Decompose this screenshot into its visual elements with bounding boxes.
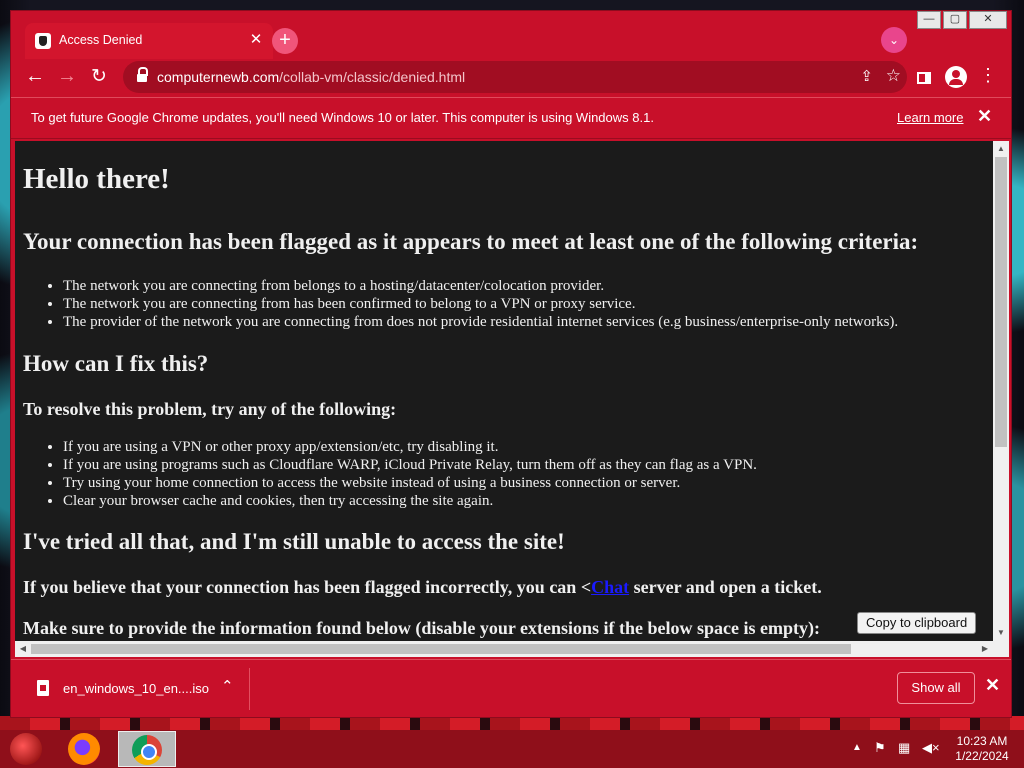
copy-to-clipboard-button[interactable]: Copy to clipboard: [857, 612, 977, 634]
page-viewport: Hello there! Your connection has been fl…: [15, 141, 1009, 657]
infobar-close-icon[interactable]: ✕: [977, 106, 992, 127]
page-title: Hello there!: [23, 163, 170, 195]
list-item: If you are using programs such as Cloudf…: [63, 456, 757, 474]
window-maximize-button[interactable]: ▢: [943, 11, 967, 29]
file-icon: [37, 680, 49, 696]
firefox-taskbar-icon[interactable]: [68, 733, 100, 765]
tab-search-button[interactable]: ⌄: [881, 27, 907, 53]
vertical-scrollbar[interactable]: ▲ ▼: [993, 141, 1009, 641]
back-button[interactable]: ←: [21, 63, 49, 91]
horizontal-scroll-thumb[interactable]: [31, 644, 851, 654]
shelf-close-icon[interactable]: ✕: [985, 675, 1000, 696]
scroll-up-arrow-icon[interactable]: ▲: [993, 141, 1009, 157]
learn-more-link[interactable]: Learn more: [897, 110, 963, 125]
criteria-list: The network you are connecting from belo…: [63, 277, 898, 331]
download-file-name[interactable]: en_windows_10_en....iso: [63, 681, 209, 696]
lock-icon[interactable]: [137, 67, 148, 83]
tab-access-denied[interactable]: Access Denied ✕: [25, 23, 273, 59]
network-icon[interactable]: ▦: [898, 740, 910, 756]
chevron-up-icon[interactable]: ⌃: [221, 677, 234, 695]
site-favicon-icon: [35, 33, 51, 49]
infobar-message: To get future Google Chrome updates, you…: [31, 110, 654, 125]
tab-close-icon[interactable]: ✕: [247, 31, 265, 49]
window-close-button[interactable]: ✕: [969, 11, 1007, 29]
vertical-scroll-thumb[interactable]: [995, 157, 1007, 447]
chrome-taskbar-button[interactable]: [118, 731, 176, 767]
clock-time: 10:23 AM: [956, 734, 1008, 748]
volume-muted-icon[interactable]: ◀×: [922, 740, 940, 756]
url-path: /collab-vm/classic/denied.html: [279, 69, 466, 85]
title-bar: Access Denied ✕ + ⌄ — ▢ ✕: [11, 11, 1011, 59]
shelf-divider: [249, 668, 250, 710]
chrome-icon: [132, 735, 162, 765]
update-infobar: To get future Google Chrome updates, you…: [11, 97, 1011, 139]
scroll-right-arrow-icon[interactable]: ▶: [977, 641, 993, 657]
side-panel-icon[interactable]: [917, 72, 931, 84]
horizontal-scrollbar[interactable]: ◀ ▶: [15, 641, 1009, 657]
chrome-menu-icon[interactable]: ⋮: [979, 65, 997, 86]
list-item: The provider of the network you are conn…: [63, 313, 898, 331]
scroll-down-arrow-icon[interactable]: ▼: [993, 625, 1009, 641]
show-all-button[interactable]: Show all: [897, 672, 975, 704]
download-shelf: en_windows_10_en....iso ⌃ Show all ✕: [11, 659, 1011, 717]
browser-window: Access Denied ✕ + ⌄ — ▢ ✕ ← → ↻ computer…: [10, 10, 1012, 718]
browser-toolbar: ← → ↻ computernewb.com/collab-vm/classic…: [11, 59, 1011, 95]
profile-avatar-icon[interactable]: [945, 66, 967, 88]
list-item: The network you are connecting from belo…: [63, 277, 898, 295]
tray-overflow-icon[interactable]: ▲: [852, 742, 862, 753]
fix-heading: How can I fix this?: [23, 351, 209, 376]
url-host: computernewb.com: [157, 69, 280, 85]
bookmark-star-icon[interactable]: ☆: [886, 66, 901, 86]
criteria-heading: Your connection has been flagged as it a…: [23, 229, 919, 254]
taskbar: ▲ ⚑ ▦ ◀× 10:23 AM 1/22/2024: [0, 730, 1024, 768]
info-paragraph: Make sure to provide the information fou…: [23, 618, 821, 638]
url-text[interactable]: computernewb.com/collab-vm/classic/denie…: [157, 69, 465, 85]
page-content: Hello there! Your connection has been fl…: [15, 141, 993, 641]
forward-button[interactable]: →: [53, 63, 81, 91]
list-item: If you are using a VPN or other proxy ap…: [63, 438, 757, 456]
share-icon[interactable]: ⇪: [860, 67, 873, 85]
resolve-list: If you are using a VPN or other proxy ap…: [63, 438, 757, 510]
reload-button[interactable]: ↻: [85, 63, 113, 91]
list-item: Clear your browser cache and cookies, th…: [63, 492, 757, 510]
ticket-text-after: server and open a ticket.: [629, 577, 822, 597]
chat-link[interactable]: Chat: [591, 577, 629, 597]
tab-title: Access Denied: [59, 33, 143, 47]
resolve-heading: To resolve this problem, try any of the …: [23, 399, 397, 419]
ticket-text-before: If you believe that your connection has …: [23, 577, 592, 597]
action-center-flag-icon[interactable]: ⚑: [874, 740, 886, 756]
new-tab-button[interactable]: +: [272, 28, 298, 54]
window-minimize-button[interactable]: —: [917, 11, 941, 29]
address-bar[interactable]: computernewb.com/collab-vm/classic/denie…: [123, 61, 907, 93]
desktop-wallpaper-strip: [0, 716, 1024, 730]
start-button[interactable]: [10, 733, 42, 765]
list-item: Try using your home connection to access…: [63, 474, 757, 492]
tried-heading: I've tried all that, and I'm still unabl…: [23, 529, 565, 554]
ticket-paragraph: If you believe that your connection has …: [23, 577, 822, 598]
list-item: The network you are connecting from has …: [63, 295, 898, 313]
scroll-left-arrow-icon[interactable]: ◀: [15, 641, 31, 657]
system-clock[interactable]: 10:23 AM 1/22/2024: [950, 734, 1014, 764]
clock-date: 1/22/2024: [955, 749, 1009, 763]
